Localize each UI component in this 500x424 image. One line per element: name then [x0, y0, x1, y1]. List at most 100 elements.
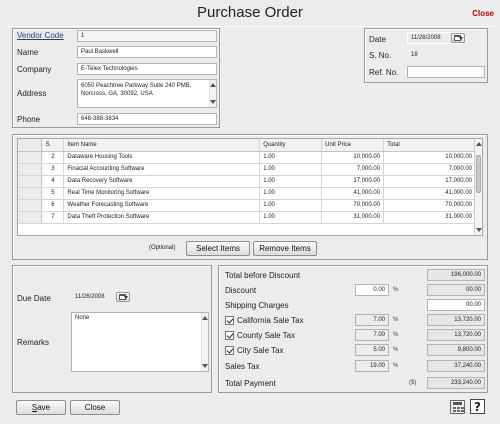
before-discount-field: 196,000.00 — [427, 269, 485, 281]
remarks-text: None — [75, 315, 90, 321]
items-scrollbar[interactable] — [474, 139, 482, 235]
vendor-code-field[interactable]: 1 — [77, 30, 217, 42]
county-tax-pct-field: 7.00 — [355, 329, 389, 341]
scroll-up-icon[interactable] — [202, 316, 208, 320]
cell-quantity[interactable]: 1.00 — [259, 151, 323, 164]
cell-sno[interactable]: 2 — [41, 151, 65, 164]
calculator-icon[interactable] — [450, 400, 465, 414]
cell-unit-price[interactable]: 41,000.00 — [321, 187, 385, 200]
address-line-1: 6050 Peachtree Parkway Suite 240 PMB, — [81, 83, 192, 89]
col-header-sno[interactable]: S. — [41, 139, 65, 152]
county-tax-checkbox[interactable] — [225, 331, 234, 340]
cell-total[interactable]: 17,000.00 — [383, 175, 476, 188]
cell-item-name[interactable]: Data Theft Protection Software — [63, 211, 261, 224]
cell-total[interactable]: 41,000.00 — [383, 187, 476, 200]
cell-quantity[interactable]: 1.00 — [259, 163, 323, 176]
cell-unit-price[interactable]: 17,000.00 — [321, 175, 385, 188]
address-field[interactable]: 6050 Peachtree Parkway Suite 240 PMB, No… — [77, 79, 217, 108]
cell-item-name[interactable]: Finacial Accounting Software — [63, 163, 261, 176]
cell-unit-price[interactable]: 31,000.00 — [321, 211, 385, 224]
row-gutter — [18, 163, 43, 176]
cell-total[interactable]: 31,000.00 — [383, 211, 476, 224]
table-row[interactable]: 7 Data Theft Protection Software 1.00 31,00… — [18, 211, 476, 224]
remarks-scrollbar[interactable] — [201, 313, 208, 371]
remarks-label: Remarks — [17, 338, 50, 347]
row-gutter — [18, 175, 43, 188]
discount-pct-symbol: % — [393, 287, 399, 293]
sales-tax-value-field: 37,240.00 — [427, 360, 485, 372]
table-row[interactable]: 6 Weather Forecasting Software 1.00 70,000.… — [18, 199, 476, 212]
discount-value-field: 00.00 — [427, 284, 485, 296]
sno-label: S. No. — [369, 51, 392, 60]
col-header-quantity[interactable]: Quantity — [259, 139, 323, 152]
cell-item-name[interactable]: Real Time Monitoring Software — [63, 187, 261, 200]
table-row[interactable]: 4 Data Recovery Software 1.00 17,000.00 17,0… — [18, 175, 476, 188]
scroll-down-icon[interactable] — [210, 100, 216, 104]
items-grid-frame: S. Item Name Quantity Unit Price Total 2… — [17, 138, 483, 236]
vendor-code-link[interactable]: Vendor Code — [17, 31, 64, 40]
cell-item-name[interactable]: Weather Forecasting Software — [63, 199, 261, 212]
scroll-down-icon[interactable] — [476, 228, 482, 232]
col-header-unit-price[interactable]: Unit Price — [321, 139, 385, 152]
row-gutter — [18, 187, 43, 200]
cell-unit-price[interactable]: 7,000.00 — [321, 163, 385, 176]
scroll-thumb[interactable] — [476, 155, 481, 193]
help-icon[interactable]: ? — [470, 399, 485, 414]
scroll-up-icon[interactable] — [476, 142, 482, 146]
col-header-total[interactable]: Total — [383, 139, 476, 152]
cell-quantity[interactable]: 1.00 — [259, 211, 323, 224]
table-row[interactable]: 3 Finacial Accounting Software 1.00 7,000.0… — [18, 163, 476, 176]
dropdown-arrow-icon — [459, 37, 463, 40]
cell-sno[interactable]: 7 — [41, 211, 65, 224]
table-row[interactable]: 2 Dataware Housing Tools 1.00 10,000.00 10,0… — [18, 151, 476, 164]
table-row[interactable]: 5 Real Time Monitoring Software 1.00 41,000… — [18, 187, 476, 200]
company-field[interactable]: E-Telex Technologies — [77, 63, 217, 75]
cell-quantity[interactable]: 1.00 — [259, 187, 323, 200]
cell-sno[interactable]: 6 — [41, 199, 65, 212]
ca-tax-pct-symbol: % — [393, 317, 399, 323]
discount-pct-field[interactable]: 0.00 — [355, 284, 389, 296]
optional-label: (Optional) — [149, 245, 176, 251]
total-payment-label: Total Payment — [225, 379, 276, 388]
cell-quantity[interactable]: 1.00 — [259, 175, 323, 188]
cell-quantity[interactable]: 1.00 — [259, 199, 323, 212]
refno-field[interactable] — [407, 66, 485, 78]
phone-field[interactable]: 648-388-3834 — [77, 113, 217, 125]
title-separator — [6, 26, 494, 27]
cell-total[interactable]: 70,000.00 — [383, 199, 476, 212]
ca-tax-label: California Sale Tax — [237, 316, 304, 325]
gutter-header — [18, 139, 43, 152]
cell-item-name[interactable]: Dataware Housing Tools — [63, 151, 261, 164]
row-gutter — [18, 151, 43, 164]
close-button[interactable]: Close — [70, 400, 120, 415]
cell-sno[interactable]: 3 — [41, 163, 65, 176]
cell-unit-price[interactable]: 10,000.00 — [321, 151, 385, 164]
refno-label: Ref. No. — [369, 68, 399, 77]
address-scrollbar[interactable] — [209, 80, 216, 107]
vendor-name-field[interactable]: Paul Baskwell — [77, 46, 217, 58]
total-payment-field: 233,240.00 — [427, 377, 485, 389]
scroll-down-icon[interactable] — [202, 364, 208, 368]
due-date-picker-button[interactable] — [116, 292, 130, 302]
sno-field: 18 — [407, 49, 485, 61]
cell-sno[interactable]: 5 — [41, 187, 65, 200]
col-header-item-name[interactable]: Item Name — [63, 139, 261, 152]
cell-unit-price[interactable]: 70,000.00 — [321, 199, 385, 212]
cell-item-name[interactable]: Data Recovery Software — [63, 175, 261, 188]
sales-tax-pct-symbol: % — [393, 363, 399, 369]
city-tax-checkbox[interactable] — [225, 346, 234, 355]
cell-total[interactable]: 10,000.00 — [383, 151, 476, 164]
shipping-field[interactable]: 00.00 — [427, 299, 485, 311]
close-link[interactable]: Close — [472, 9, 494, 18]
select-items-button[interactable]: Select Items — [186, 241, 250, 256]
scroll-up-icon[interactable] — [210, 83, 216, 87]
remarks-field[interactable]: None — [71, 312, 209, 372]
sales-tax-label: Sales Tax — [225, 362, 260, 371]
cell-sno[interactable]: 4 — [41, 175, 65, 188]
cell-total[interactable]: 7,000.00 — [383, 163, 476, 176]
date-picker-button[interactable] — [451, 33, 465, 43]
sales-tax-pct-field: 19.00 — [355, 360, 389, 372]
ca-tax-checkbox[interactable] — [225, 316, 234, 325]
save-button[interactable]: Save — [16, 400, 66, 415]
remove-items-button[interactable]: Remove Items — [253, 241, 317, 256]
